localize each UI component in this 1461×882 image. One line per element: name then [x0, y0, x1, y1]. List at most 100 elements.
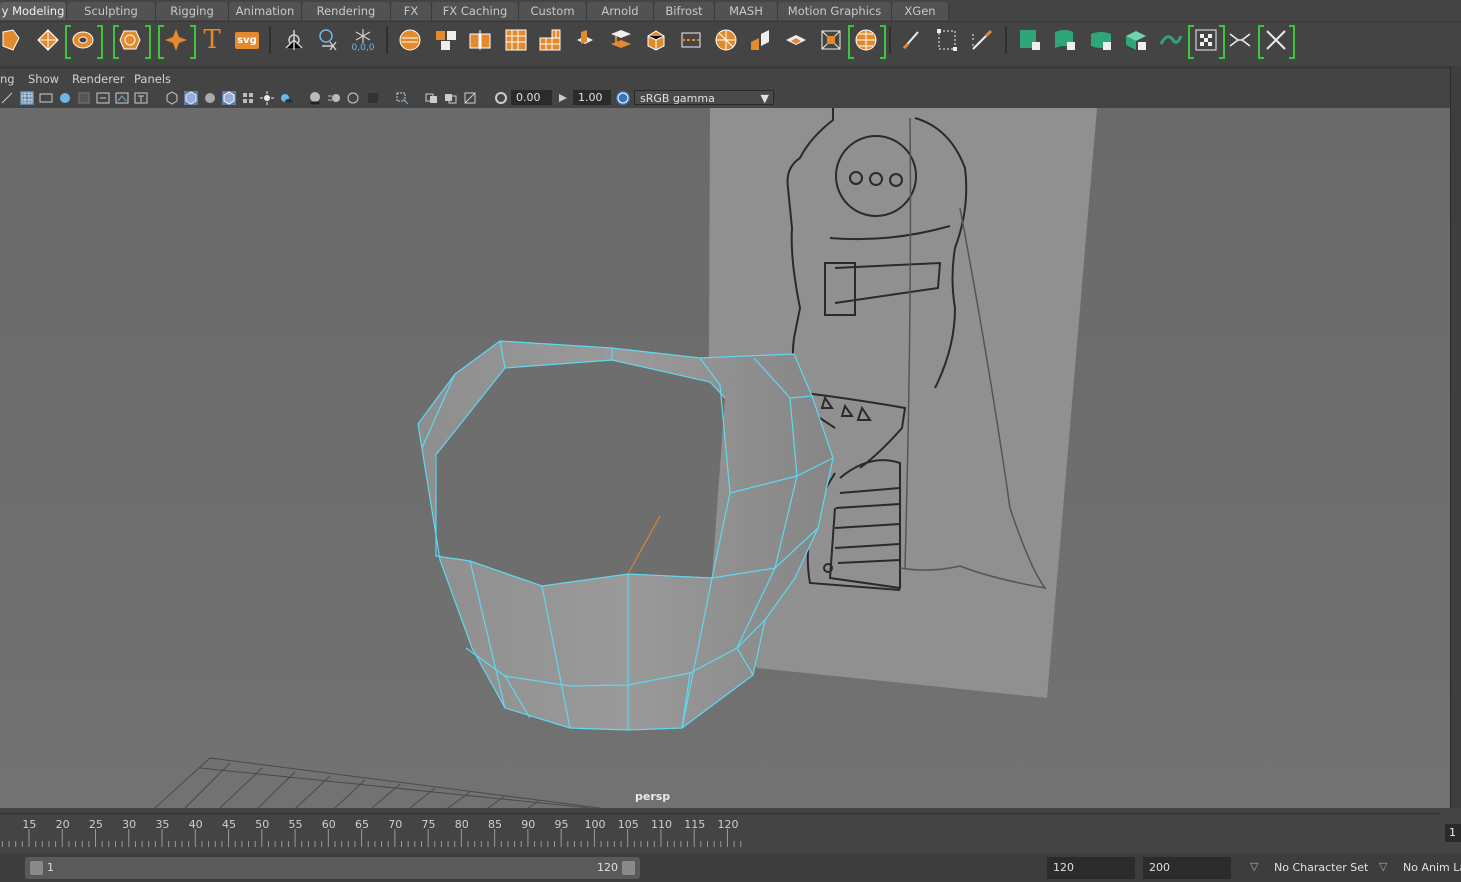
tab-mash[interactable]: MASH	[715, 2, 778, 20]
anim-layer-chevron-icon[interactable]: ▽	[1379, 860, 1387, 873]
uv-editor-icon[interactable]	[816, 25, 846, 55]
textured-icon[interactable]	[241, 91, 255, 105]
type-tool-icon[interactable]: T	[197, 25, 227, 55]
grid-icon[interactable]	[20, 91, 34, 105]
tab-custom[interactable]: Custom	[519, 2, 587, 20]
range-end-handle[interactable]	[622, 861, 635, 875]
range-slider-track[interactable]: 1 120	[25, 857, 640, 879]
tab-rigging[interactable]: Rigging	[156, 2, 229, 20]
exposure-icon[interactable]	[494, 91, 508, 105]
field-chart-icon[interactable]	[96, 91, 110, 105]
reset-pivot-icon[interactable]: 0,0,0	[348, 25, 378, 55]
tab-sculpting[interactable]: Sculpting	[67, 2, 156, 20]
sculpt-brush-icon[interactable]	[967, 25, 997, 55]
resolution-gate-icon[interactable]	[58, 91, 72, 105]
anti-aliasing-icon[interactable]	[346, 91, 360, 105]
xray-icon[interactable]	[425, 91, 439, 105]
timeline-tick-label: 55	[288, 818, 303, 831]
pivot-tool-icon[interactable]	[279, 25, 309, 55]
color-management-toggle-icon[interactable]	[616, 91, 630, 105]
combine-icon[interactable]	[395, 25, 425, 55]
menu-renderer[interactable]: Renderer	[72, 72, 125, 86]
current-frame-field[interactable]: 1	[1445, 824, 1461, 842]
poly-platonic-icon[interactable]	[115, 25, 145, 55]
tab-motion-graphics[interactable]: Motion Graphics	[778, 2, 892, 20]
film-gate-icon[interactable]	[39, 91, 53, 105]
perspective-viewport[interactable]: persp	[0, 108, 1450, 808]
isolate-select-icon[interactable]	[395, 91, 409, 105]
panel-right-edge	[1450, 66, 1461, 808]
xray-joints-icon[interactable]	[463, 91, 477, 105]
tab-arnold[interactable]: Arnold	[587, 2, 654, 20]
exposure-field[interactable]: 0.00	[511, 90, 552, 105]
poly-sphere-icon[interactable]	[0, 25, 26, 55]
curve-green-icon[interactable]	[1156, 25, 1186, 55]
colorspace-dropdown[interactable]: sRGB gamma ▼	[634, 90, 774, 105]
lights-icon[interactable]	[260, 91, 274, 105]
wireframe-on-shaded-icon[interactable]	[222, 91, 236, 105]
menu-show[interactable]: Show	[28, 72, 59, 86]
svg-tool-icon[interactable]: svg	[232, 25, 262, 55]
automatic-mapping-icon[interactable]	[851, 25, 881, 55]
default-material-icon[interactable]	[203, 91, 217, 105]
tab-poly-modeling[interactable]: y Modeling	[0, 2, 67, 20]
paint-select-icon[interactable]	[897, 25, 927, 55]
collapse-icon[interactable]	[781, 25, 811, 55]
smooth-shade-icon[interactable]	[184, 91, 198, 105]
time-slider[interactable]: 15 20 25 30 35 40 45 50 55 60 65 70 75 80 85 90 95 100 105…	[0, 812, 1440, 850]
menu-panels[interactable]: Panels	[134, 72, 171, 86]
tab-xgen[interactable]: XGen	[892, 2, 949, 20]
super-shape-icon[interactable]	[161, 25, 191, 55]
poly-green-cube-icon[interactable]	[1015, 25, 1045, 55]
bevel-icon[interactable]	[641, 25, 671, 55]
lattice-icon[interactable]	[932, 25, 962, 55]
tab-rendering[interactable]: Rendering	[302, 2, 391, 20]
viewport-canvas[interactable]	[0, 108, 1450, 808]
playback-end-field[interactable]: 120	[1047, 857, 1135, 879]
smooth-icon[interactable]	[501, 25, 531, 55]
screen-space-ao-icon[interactable]	[308, 91, 322, 105]
insert-edge-loop-icon[interactable]	[676, 25, 706, 55]
character-set-chevron-icon[interactable]: ▽	[1250, 860, 1258, 873]
gate-mask-icon[interactable]	[77, 91, 91, 105]
character-set-dropdown[interactable]: No Character Set	[1268, 857, 1376, 879]
anim-layer-dropdown[interactable]: No Anim La	[1397, 857, 1461, 879]
separate-icon[interactable]	[431, 25, 461, 55]
safe-action-icon[interactable]	[115, 91, 129, 105]
poly-green-tube-icon[interactable]	[1086, 25, 1116, 55]
select-camera-icon[interactable]	[0, 91, 14, 105]
tab-animation[interactable]: Animation	[229, 2, 302, 20]
motion-blur-icon[interactable]	[327, 91, 341, 105]
range-start-handle[interactable]	[30, 861, 43, 875]
panel-menu-bar: ng Show Renderer Panels	[0, 69, 1450, 88]
mirror-icon[interactable]	[465, 25, 495, 55]
bridge-icon[interactable]	[606, 25, 636, 55]
tab-bifrost[interactable]: Bifrost	[654, 2, 715, 20]
menu-lighting[interactable]: ng	[0, 72, 15, 86]
target-weld-icon[interactable]	[746, 25, 776, 55]
poly-green-plane-icon[interactable]	[1050, 25, 1080, 55]
multi-cut-icon[interactable]	[711, 25, 741, 55]
anim-end-field[interactable]: 200	[1143, 857, 1231, 879]
gamma-field[interactable]: 1.00	[573, 90, 611, 105]
xray-active-icon[interactable]	[444, 91, 458, 105]
wireframe-icon[interactable]	[165, 91, 179, 105]
poly-diamond-icon[interactable]	[33, 25, 63, 55]
gamma-icon[interactable]	[556, 91, 570, 105]
chevron-down-icon: ▼	[760, 92, 769, 105]
poly-green-box-icon[interactable]	[1121, 25, 1151, 55]
crossed-tools-icon[interactable]	[1261, 25, 1291, 55]
tab-fx[interactable]: FX	[391, 2, 432, 20]
depth-of-field-icon[interactable]	[366, 91, 380, 105]
tab-fx-caching[interactable]: FX Caching	[432, 2, 519, 20]
poly-torus-icon[interactable]	[68, 25, 98, 55]
shelf-icon-bar: T svg 0,0,0	[0, 21, 1461, 60]
reduce-icon[interactable]	[535, 25, 565, 55]
safe-title-icon[interactable]	[134, 91, 148, 105]
symmetry-icon[interactable]	[1225, 25, 1255, 55]
uv-checker-icon[interactable]	[1191, 25, 1221, 55]
extrude-icon[interactable]	[570, 25, 600, 55]
range-slider-bar: 1 120 120 200 ▽ No Character Set ▽ No An…	[0, 853, 1461, 882]
delete-history-icon[interactable]	[313, 25, 343, 55]
shadows-icon[interactable]	[279, 91, 293, 105]
